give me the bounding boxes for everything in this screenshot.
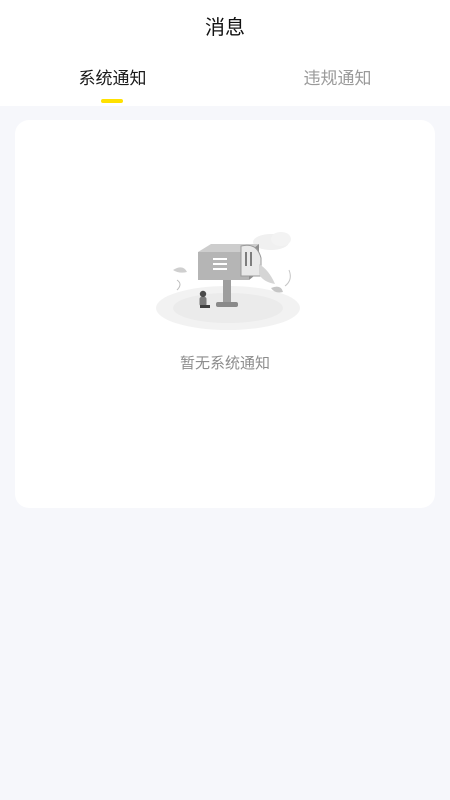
top-bar: 消息 系统通知 违规通知 <box>0 0 450 106</box>
page-title: 消息 <box>205 15 245 39</box>
mailbox-illustration-icon <box>156 232 300 330</box>
tab-violation-notifications[interactable]: 违规通知 <box>225 64 450 94</box>
tab-system-notifications[interactable]: 系统通知 <box>0 64 225 94</box>
tab-system-notifications-label: 系统通知 <box>78 69 147 89</box>
empty-state-message: 暂无系统通知 <box>179 354 270 372</box>
tab-bar: 系统通知 违规通知 <box>0 64 450 106</box>
tab-violation-notifications-label: 违规通知 <box>303 69 372 89</box>
notifications-card: 暂无系统通知 <box>15 120 435 508</box>
active-tab-indicator <box>101 99 123 103</box>
